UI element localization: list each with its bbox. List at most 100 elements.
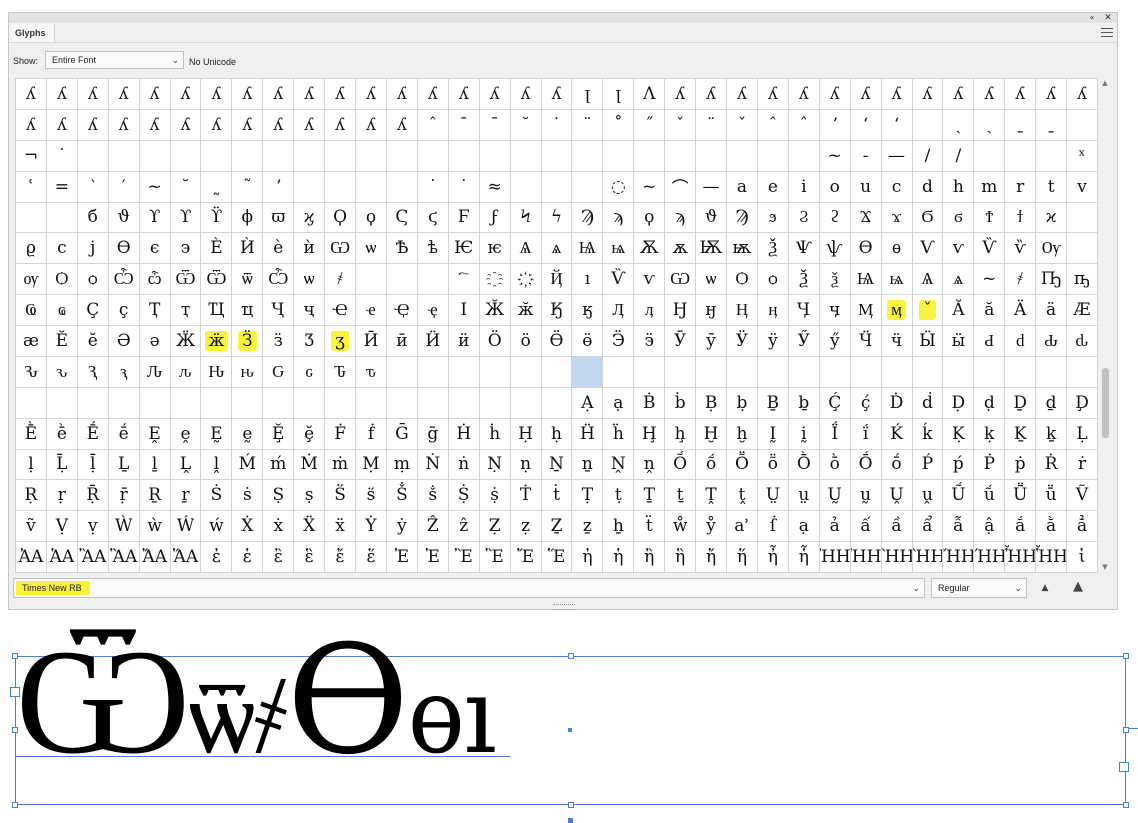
glyph-cell[interactable]: Ӂ [479,295,511,326]
glyph-cell[interactable]: ʎ [16,109,47,141]
glyph-cell[interactable] [356,171,387,203]
glyph-cell[interactable]: / [943,140,975,172]
glyph-cell[interactable]: ἥ [727,542,758,573]
glyph-cell[interactable]: Ṕ [912,449,944,481]
glyph-cell[interactable]: Ṙ [1036,449,1068,481]
glyph-cell[interactable]: Ѧ [510,233,542,265]
glyph-cell[interactable]: ʎ [912,79,944,110]
glyph-cell[interactable]: ʎ [139,79,171,110]
glyph-cell[interactable] [386,264,418,296]
glyph-cell[interactable] [386,356,418,388]
glyph-cell[interactable] [634,140,666,172]
glyph-cell[interactable]: ʎ [850,79,882,110]
glyph-cell[interactable]: ẕ [572,511,604,543]
glyph-cell[interactable] [572,140,604,172]
glyph-cell[interactable]: ἮΗ [1005,542,1037,573]
glyph-cell[interactable]: ʎ [1036,79,1068,110]
glyph-cell[interactable]: ԃ [1067,326,1098,357]
glyph-cell[interactable] [417,356,449,388]
glyph-cell[interactable]: Ḧ [572,418,604,450]
glyph-cell[interactable]: ҇ [448,264,480,296]
glyph-cell[interactable]: ἪΗ [881,542,913,573]
glyph-cell[interactable]: Ӊ [727,295,758,326]
glyph-cell[interactable]: Ѭ [696,233,728,265]
glyph-cell[interactable]: ¬ [16,140,47,172]
glyph-cell[interactable] [974,356,1006,388]
glyph-cell[interactable]: ҷ [294,295,326,326]
glyph-cell[interactable]: Ḵ [1005,418,1037,450]
glyph-cell[interactable]: Ѐ [201,233,233,265]
glyph-cell[interactable] [541,171,573,203]
glyph-cell[interactable]: Ϝ [448,202,480,234]
glyph-cell[interactable]: ҂ [1005,264,1037,296]
glyph-cell[interactable]: Ἑ [417,542,449,573]
glyph-cell[interactable]: Ṑ [788,449,820,481]
glyph-cell[interactable]: ʎ [232,109,264,141]
glyph-cell[interactable]: ἧ [788,542,820,573]
glyph-cell[interactable] [108,140,140,172]
glyph-cell[interactable]: ҩ [46,295,78,326]
glyph-cell[interactable]: ἊΑ [77,542,109,573]
glyph-cell[interactable]: ʎ [77,109,109,141]
glyph-cell[interactable]: ʎ [943,79,975,110]
glyph-cell[interactable]: ʎ [727,79,758,110]
glyph-cell[interactable]: ṉ [572,449,604,481]
glyph-cell[interactable]: ϴ [108,233,140,265]
glyph-cell[interactable]: ѭ [727,233,758,265]
glyph-cell[interactable]: ʎ [356,79,387,110]
glyph-cell[interactable]: Ϭ [912,202,944,234]
glyph-cell[interactable]: ԁ [1005,326,1037,357]
glyph-cell[interactable]: ˇ [912,295,944,326]
glyph-cell[interactable] [294,140,326,172]
glyph-cell[interactable]: Ṥ [325,480,357,512]
glyph-cell[interactable]: Ԋ [201,356,233,388]
glyph-cell[interactable]: Ṩ [448,480,480,512]
glyph-cell[interactable] [263,387,295,419]
glyph-cell[interactable]: ʎ [696,79,728,110]
glyph-cell[interactable] [727,356,758,388]
glyph-cell[interactable]: ӣ [386,326,418,357]
glyph-cell[interactable]: Ṧ [386,480,418,512]
glyph-cell[interactable] [263,140,295,172]
glyph-cell[interactable]: Ḙ [139,418,171,450]
close-icon[interactable]: ✕ [1103,13,1113,23]
glyph-cell[interactable] [448,387,480,419]
glyph-cell[interactable]: Ѥ [448,233,480,265]
glyph-cell[interactable] [757,356,789,388]
frame-center-point[interactable] [568,728,572,732]
glyph-cell[interactable]: ѧ [943,264,975,296]
glyph-cell[interactable]: ӵ [881,326,913,357]
glyph-cell[interactable]: Ẃ [170,511,202,543]
glyph-cell[interactable] [417,387,449,419]
panel-title-bar[interactable] [9,13,1117,23]
glyph-cell[interactable]: h [943,171,975,203]
glyph-cell[interactable]: ḏ [1036,387,1068,419]
glyph-cell[interactable]: Ә [108,326,140,357]
glyph-cell[interactable]: Ḥ [510,418,542,450]
glyph-cell[interactable] [448,356,480,388]
glyph-cell[interactable]: ʎ [757,79,789,110]
glyph-cell[interactable]: Ḹ [46,449,78,481]
glyph-cell[interactable]: ἋΑ [108,542,140,573]
glyph-cell[interactable] [696,356,728,388]
glyph-cell[interactable]: ϡ [603,202,635,234]
glyph-cell[interactable]: ʎ [294,109,326,141]
glyph-cell[interactable]: ʎ [819,79,851,110]
glyph-cell[interactable]: ϶ [170,233,202,265]
glyph-cell[interactable]: ằ [1036,511,1068,543]
glyph-cell[interactable]: Ṱ [696,480,728,512]
glyph-cell[interactable]: Ṷ [881,480,913,512]
glyph-cell[interactable]: ӈ [696,295,728,326]
glyph-cell[interactable]: ḹ [77,449,109,481]
sample-text[interactable]: Ѿѿ҂Ѳѳı [15,606,497,796]
glyph-cell[interactable]: ϳ [77,233,109,265]
glyph-cell[interactable]: ẘ [665,511,697,543]
glyph-cell[interactable]: Ϩ [788,202,820,234]
glyph-cell[interactable]: ꞁ [572,79,604,110]
glyph-cell[interactable]: Ẓ [479,511,511,543]
glyph-cell[interactable]: ӳ [819,326,851,357]
glyph-cell[interactable]: ˙ [417,171,449,203]
glyph-cell[interactable]: Ṯ [634,480,666,512]
glyph-cell[interactable]: ϒ [170,202,202,234]
glyph-cell[interactable]: ʎ [201,79,233,110]
